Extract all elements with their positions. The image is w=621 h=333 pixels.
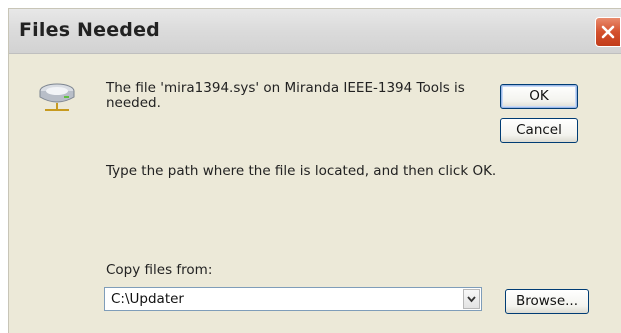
dropdown-button[interactable] <box>463 289 480 309</box>
cancel-button[interactable]: Cancel <box>500 118 578 143</box>
browse-button[interactable]: Browse... <box>505 289 589 314</box>
ok-button[interactable]: OK <box>500 84 578 109</box>
network-drive-icon <box>39 83 75 111</box>
copy-files-label: Copy files from: <box>106 262 213 278</box>
title-bar[interactable]: Files Needed <box>9 9 621 54</box>
chevron-down-icon <box>467 296 476 303</box>
missing-file-message: The file 'mira1394.sys' on Miranda IEEE-… <box>106 80 465 111</box>
path-instruction-text: Type the path where the file is located,… <box>106 163 497 179</box>
copy-files-path-value[interactable]: C:\Updater <box>111 291 184 307</box>
window-title: Files Needed <box>19 19 160 41</box>
files-needed-dialog: Files Needed The file 'mira1394.sys' on … <box>8 8 621 333</box>
copy-files-path-combobox[interactable]: C:\Updater <box>104 287 482 311</box>
close-icon <box>601 25 615 39</box>
close-button[interactable] <box>595 17 621 47</box>
